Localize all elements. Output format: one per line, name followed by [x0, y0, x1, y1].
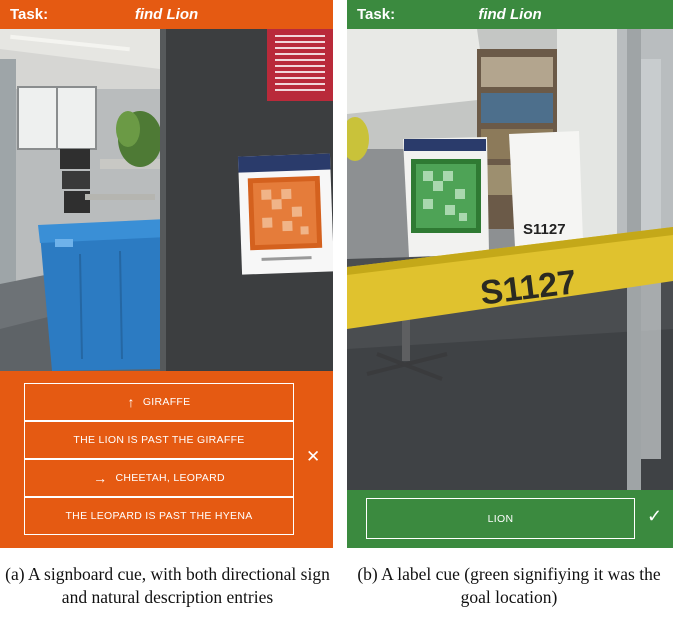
camera-view: S1127 S1127	[347, 29, 673, 490]
task-bar: Task: find Lion	[0, 0, 333, 29]
signboard-entry[interactable]: ↑ GIRAFFE	[24, 383, 294, 421]
entry-text: THE LION IS PAST THE GIRAFFE	[73, 434, 245, 446]
close-icon[interactable]: ✕	[306, 447, 320, 467]
entry-text: THE LEOPARD IS PAST THE HYENA	[65, 510, 253, 522]
entry-text: GIRAFFE	[142, 396, 191, 408]
label-screenshot: Task: find Lion S1127 S1127 LION ✓	[347, 0, 673, 548]
task-value: find Lion	[134, 6, 199, 23]
signboard-entry[interactable]: → CHEETAH, LEOPARD	[24, 459, 294, 497]
check-icon[interactable]: ✓	[647, 506, 662, 527]
task-bar: Task: find Lion	[347, 0, 673, 29]
camera-view	[0, 29, 333, 371]
label-panel: LION ✓	[347, 490, 673, 548]
signboard-entry[interactable]: THE LEOPARD IS PAST THE HYENA	[24, 497, 294, 535]
caption-b: (b) A label cue (green signifiying it wa…	[357, 564, 661, 607]
entry-text: CHEETAH, LEOPARD	[115, 472, 225, 484]
label-entry[interactable]: LION	[366, 498, 635, 539]
task-value: find Lion	[478, 6, 542, 23]
small-room-sign: S1127	[523, 221, 566, 238]
arrow-right-icon: →	[93, 470, 108, 486]
caption-a: (a) A signboard cue, with both direction…	[5, 564, 330, 607]
signboard-entry[interactable]: THE LION IS PAST THE GIRAFFE	[24, 421, 294, 459]
label-text: LION	[487, 512, 514, 525]
signboard-screenshot: Task: find Lion ↑ GIRAFFE THE LION IS PA…	[0, 0, 333, 548]
signboard-panel: ↑ GIRAFFE THE LION IS PAST THE GIRAFFE →…	[0, 371, 333, 548]
arrow-up-icon: ↑	[127, 394, 135, 410]
